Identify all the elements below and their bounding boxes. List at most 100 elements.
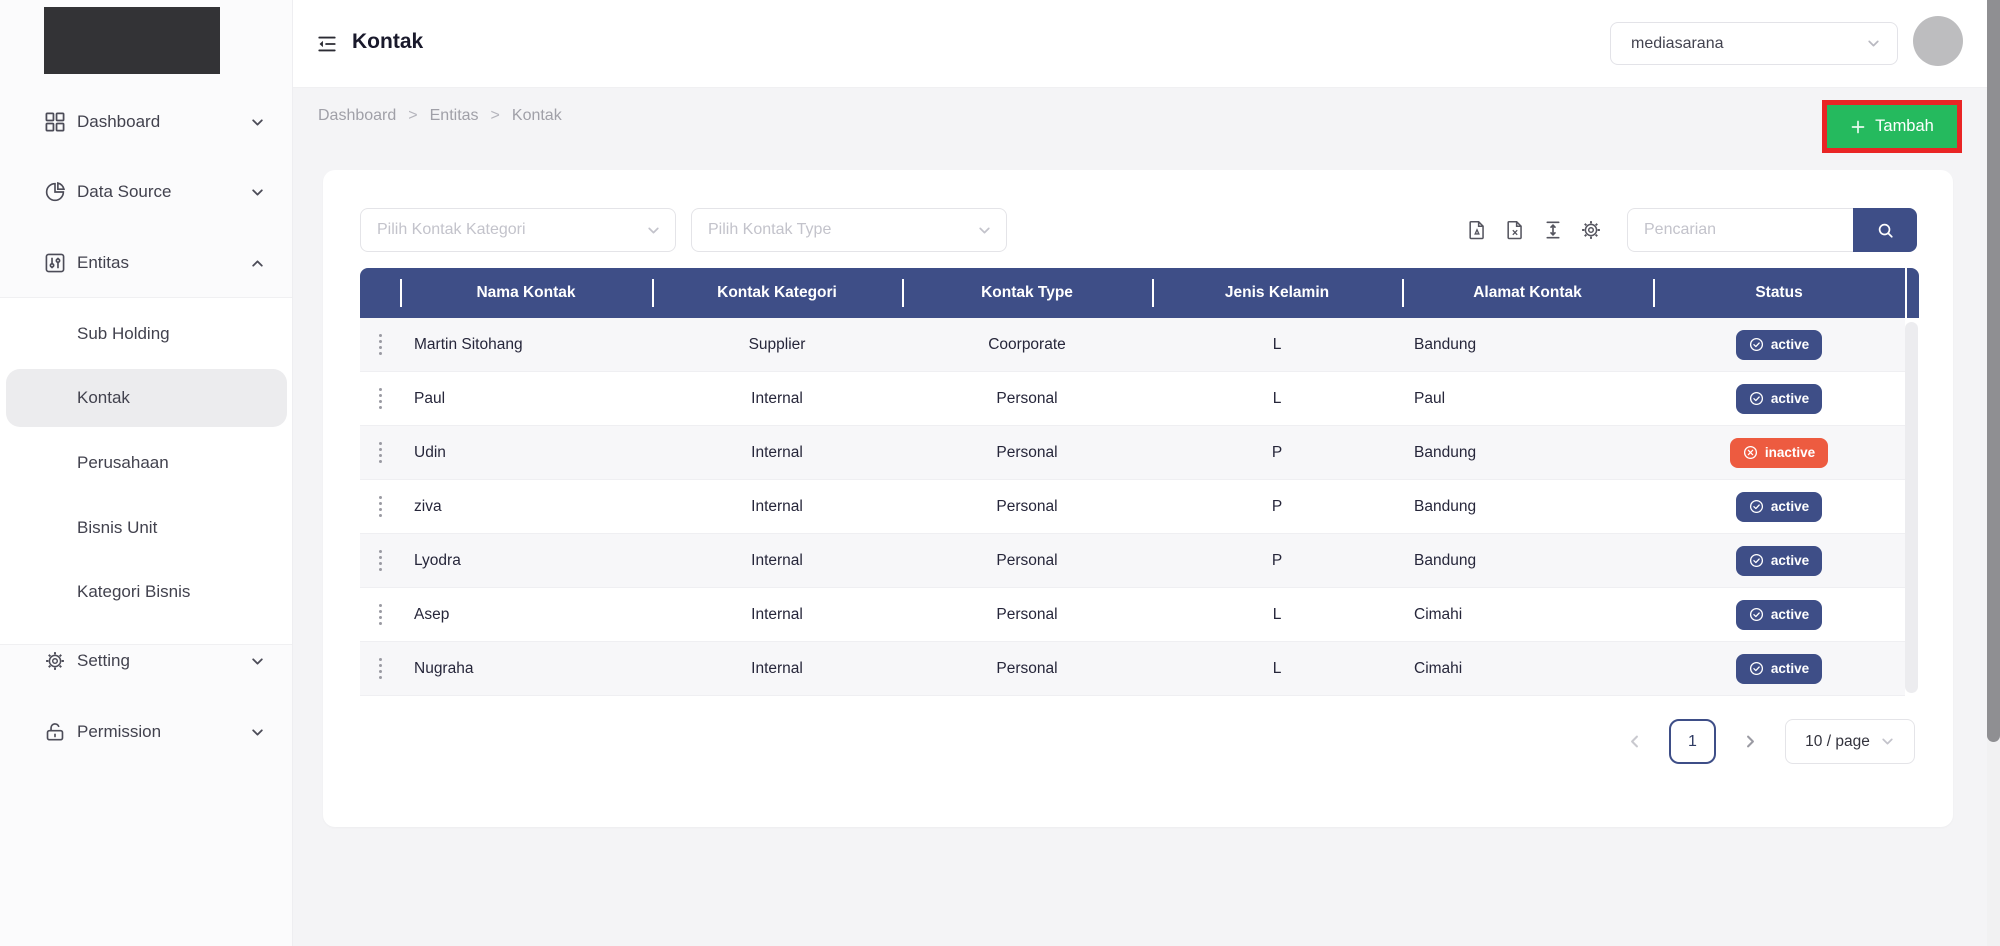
sidebar-item-label: Setting [77, 651, 130, 671]
check-circle-icon [1749, 337, 1764, 352]
sidebar-item-kategori-bisnis[interactable]: Kategori Bisnis [6, 570, 287, 614]
sidebar-item-dashboard[interactable]: Dashboard [0, 100, 293, 144]
table-header: Nama Kontak Kontak Kategori Kontak Type … [360, 268, 1919, 318]
chevron-down-icon [250, 115, 265, 130]
sidebar-item-sub-holding[interactable]: Sub Holding [6, 312, 287, 356]
chevron-down-icon [1866, 36, 1881, 51]
kontak-type-select[interactable]: Pilih Kontak Type [691, 208, 1007, 252]
header-scrollbar-cap [1907, 268, 1919, 318]
check-circle-icon [1749, 661, 1764, 676]
drag-handle-icon[interactable] [379, 388, 382, 409]
table-settings-icon[interactable] [1580, 219, 1602, 241]
pagination-next-icon[interactable] [1742, 733, 1759, 750]
sidebar-item-permission[interactable]: Permission [0, 710, 293, 754]
header-drag-column [360, 268, 400, 318]
breadcrumb-kontak[interactable]: Kontak [512, 107, 562, 125]
control-icon [44, 252, 66, 274]
kontak-card: Pilih Kontak Kategori Pilih Kontak Type [323, 170, 1953, 827]
breadcrumb-separator: > [491, 107, 500, 125]
content: Dashboard > Entitas > Kontak Tambah Pili… [293, 88, 1987, 946]
sidebar-item-entitas[interactable]: Entitas [0, 241, 293, 285]
status-badge: active [1736, 492, 1822, 522]
chevron-up-icon [250, 256, 265, 271]
sidebar: Dashboard Data Source Entitas [0, 0, 293, 946]
table-row: Nugraha Internal Personal L Cimahi activ… [360, 642, 1905, 696]
page-title: Kontak [352, 30, 423, 54]
drag-handle-icon[interactable] [379, 658, 382, 679]
search-group [1627, 208, 1917, 252]
annotation-highlight-box: Tambah [1822, 100, 1962, 153]
sidebar-item-label: Data Source [77, 182, 172, 202]
table-row: Paul Internal Personal L Paul active [360, 372, 1905, 426]
chevron-down-icon [250, 654, 265, 669]
unlock-icon [44, 721, 66, 743]
sidebar-item-kontak[interactable]: Kontak [6, 369, 287, 427]
entitas-submenu: Sub Holding Kontak Perusahaan Bisnis Uni… [0, 297, 292, 645]
file-pdf-export-icon[interactable] [1466, 219, 1488, 241]
sidebar-item-bisnis-unit[interactable]: Bisnis Unit [6, 506, 287, 550]
chevron-down-icon [250, 185, 265, 200]
file-excel-export-icon[interactable] [1504, 219, 1526, 241]
drag-handle-icon[interactable] [379, 496, 382, 517]
check-circle-icon [1749, 391, 1764, 406]
plus-icon [1850, 119, 1866, 135]
pie-chart-icon [44, 181, 66, 203]
sidebar-item-label: Dashboard [77, 112, 160, 132]
chevron-down-icon [646, 223, 661, 238]
column-header-kontak-kategori: Kontak Kategori [652, 268, 902, 318]
breadcrumb-dashboard[interactable]: Dashboard [318, 107, 396, 125]
column-header-nama-kontak: Nama Kontak [400, 268, 652, 318]
x-circle-icon [1743, 445, 1758, 460]
table-scrollbar-thumb[interactable] [1905, 322, 1918, 693]
breadcrumb-separator: > [408, 107, 417, 125]
pagination-prev-icon[interactable] [1626, 733, 1643, 750]
status-badge: active [1736, 546, 1822, 576]
sidebar-item-perusahaan[interactable]: Perusahaan [6, 441, 287, 485]
status-badge: active [1736, 654, 1822, 684]
page-size-select[interactable]: 10 / page [1785, 719, 1915, 764]
table-row: Asep Internal Personal L Cimahi active [360, 588, 1905, 642]
window-scrollbar-thumb[interactable] [1987, 0, 2000, 742]
status-badge: inactive [1730, 438, 1828, 468]
gear-icon [44, 650, 66, 672]
kontak-kategori-select[interactable]: Pilih Kontak Kategori [360, 208, 676, 252]
menu-fold-icon[interactable] [316, 33, 338, 55]
table-row: Lyodra Internal Personal P Bandung activ… [360, 534, 1905, 588]
topbar: Kontak mediasarana [293, 0, 1987, 88]
sidebar-item-label: Permission [77, 722, 161, 742]
search-icon [1876, 221, 1895, 240]
status-badge: active [1736, 330, 1822, 360]
breadcrumb-entitas[interactable]: Entitas [430, 107, 479, 125]
table-row: ziva Internal Personal P Bandung active [360, 480, 1905, 534]
app-window: Dashboard Data Source Entitas [0, 0, 2000, 946]
filters-row: Pilih Kontak Kategori Pilih Kontak Type [360, 208, 1917, 252]
breadcrumb: Dashboard > Entitas > Kontak [318, 107, 562, 125]
table-row: Udin Internal Personal P Bandung inactiv… [360, 426, 1905, 480]
drag-handle-icon[interactable] [379, 550, 382, 571]
drag-handle-icon[interactable] [379, 604, 382, 625]
drag-handle-icon[interactable] [379, 442, 382, 463]
search-button[interactable] [1853, 208, 1917, 252]
sidebar-item-setting[interactable]: Setting [0, 639, 293, 683]
column-header-kontak-type: Kontak Type [902, 268, 1152, 318]
workspace-select[interactable]: mediasarana [1610, 22, 1898, 65]
table-row: Martin Sitohang Supplier Coorporate L Ba… [360, 318, 1905, 372]
kontak-table: Nama Kontak Kontak Kategori Kontak Type … [360, 268, 1919, 696]
check-circle-icon [1749, 553, 1764, 568]
workspace-select-value: mediasarana [1631, 35, 1724, 53]
avatar[interactable] [1913, 16, 1963, 66]
sidebar-item-data-source[interactable]: Data Source [0, 170, 293, 214]
window-scrollbar [1987, 0, 2000, 946]
column-height-icon[interactable] [1542, 219, 1564, 241]
check-circle-icon [1749, 607, 1764, 622]
column-header-status: Status [1653, 268, 1905, 318]
tambah-button[interactable]: Tambah [1827, 105, 1957, 148]
check-circle-icon [1749, 499, 1764, 514]
drag-handle-icon[interactable] [379, 334, 382, 355]
pagination-page-1[interactable]: 1 [1669, 719, 1716, 764]
chevron-down-icon [250, 725, 265, 740]
table-tools [1450, 208, 1917, 252]
status-badge: active [1736, 384, 1822, 414]
appstore-icon [44, 111, 66, 133]
search-input[interactable] [1627, 208, 1853, 252]
